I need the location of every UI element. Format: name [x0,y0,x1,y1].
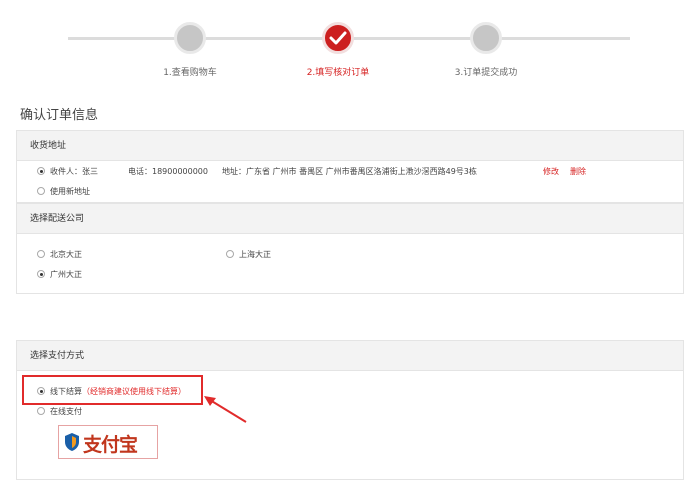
delivery-heading: 选择配送公司 [17,204,683,234]
radio-unselected[interactable] [226,250,234,258]
delivery-panel: 选择配送公司 [16,203,684,294]
payment-option-online[interactable]: 在线支付 [37,406,82,417]
payment-heading: 选择支付方式 [17,341,683,371]
payment-panel: 选择支付方式 [16,340,684,480]
delivery-option-shanghai[interactable]: 上海大正 [226,249,271,260]
payment-option-offline[interactable]: 线下结算（经销商建议使用线下结算） [37,386,186,397]
new-address-label: 使用新地址 [50,187,90,196]
radio-unselected[interactable] [37,187,45,195]
offline-payment-label: 线下结算 [50,387,82,396]
step-label: 1.查看购物车 [163,68,217,78]
radio-selected[interactable] [37,270,45,278]
step-circle [174,22,206,54]
alipay-shield-icon [65,433,79,451]
address-heading: 收货地址 [17,131,683,161]
step-circle-active [322,22,354,54]
step-circle [470,22,502,54]
address-option-new[interactable]: 使用新地址 [37,186,90,197]
order-progress: 1.查看购物车 2.填写核对订单 3.订单提交成功 [0,0,700,90]
receiver-phone: 电话：18900000000 [128,167,208,176]
delivery-option-guangzhou[interactable]: 广州大正 [37,269,82,280]
alipay-logo-text: 支付宝 [83,434,138,456]
edit-address-link[interactable]: 修改 [543,166,559,177]
receiver-name: 收件人：张三 [50,167,98,176]
delivery-option-beijing[interactable]: 北京大正 [37,249,82,260]
checkmark-icon [329,31,347,45]
alipay-logo[interactable]: 支付宝 [58,425,158,459]
radio-selected[interactable] [37,387,45,395]
address-option-saved[interactable]: 收件人：张三 [37,166,98,177]
radio-unselected[interactable] [37,250,45,258]
radio-selected[interactable] [37,167,45,175]
delivery-option-label: 上海大正 [239,250,271,259]
delivery-option-label: 广州大正 [50,270,82,279]
receiver-address: 地址：广东省 广州市 番禺区 广州市番禺区洛浦街上漖沙滘西路49号3栋 [222,167,477,176]
delivery-option-label: 北京大正 [50,250,82,259]
step-label: 3.订单提交成功 [454,68,518,78]
delete-address-link[interactable]: 删除 [570,166,586,177]
step-label: 2.填写核对订单 [306,68,370,78]
annotation-arrow-icon [204,396,247,423]
online-payment-label: 在线支付 [50,407,82,416]
offline-payment-hint: （经销商建议使用线下结算） [82,387,186,396]
radio-unselected[interactable] [37,407,45,415]
page-title: 确认订单信息 [20,108,99,123]
